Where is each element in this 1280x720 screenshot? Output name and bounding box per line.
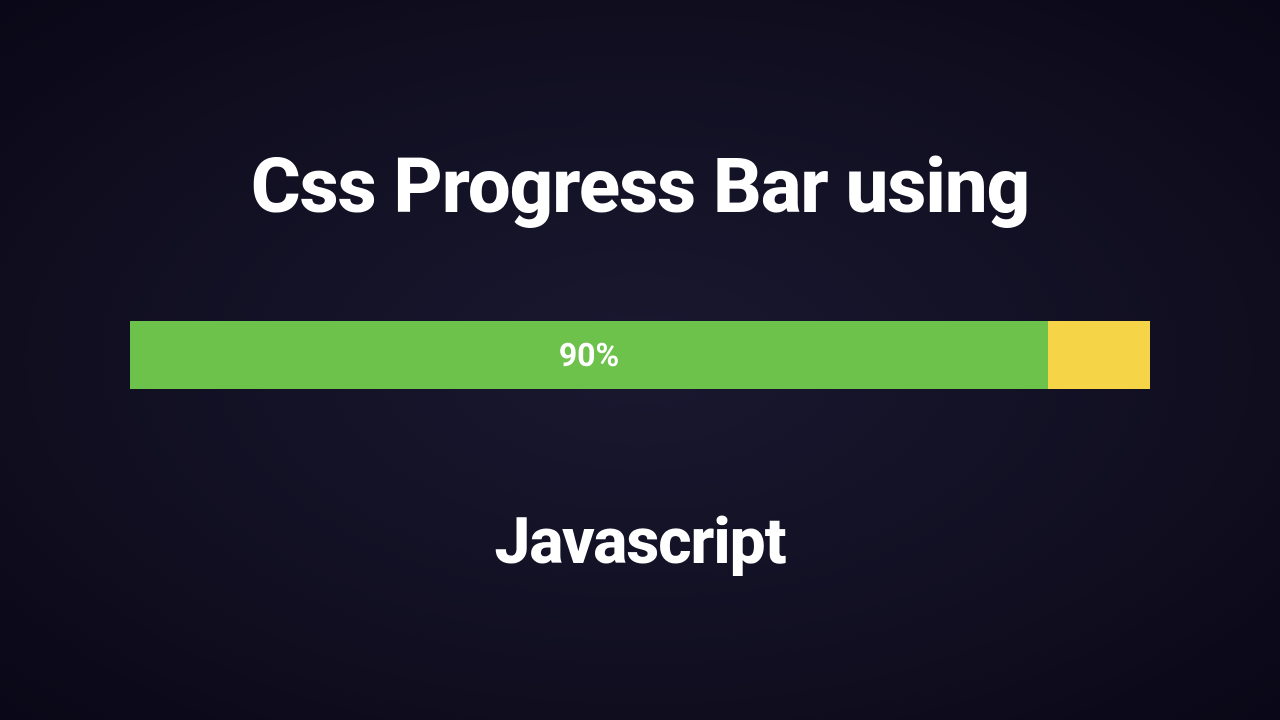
title-line-1: Css Progress Bar using — [251, 141, 1029, 231]
progress-fill: 90% — [130, 321, 1048, 389]
progress-label: 90% — [559, 336, 619, 374]
progress-bar: 90% — [130, 321, 1150, 389]
title-line-2: Javascript — [494, 504, 785, 579]
